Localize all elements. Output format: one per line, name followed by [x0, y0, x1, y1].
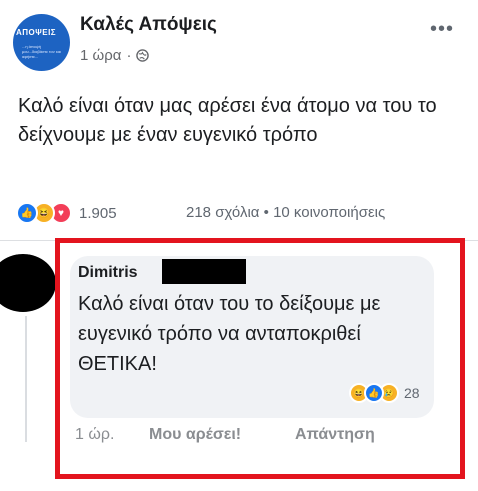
post-meta: 1 ώρα · [80, 47, 150, 64]
avatar-logo-text: ΑΠΟΨΕΙΣ [16, 28, 57, 37]
post-time[interactable]: 1 ώρα [80, 47, 121, 64]
highlight-frame [55, 238, 465, 479]
page-name[interactable]: Καλές Απόψεις [80, 14, 217, 36]
post-text: Καλό είναι όταν μας αρέσει ένα άτομο να … [18, 95, 437, 146]
commenter-avatar[interactable] [0, 254, 56, 312]
thread-line [25, 316, 27, 442]
comments-shares-count[interactable]: 218 σχόλια • 10 κοινοποιήσεις [186, 204, 385, 221]
like-reaction-icon: 👍 [364, 383, 384, 403]
more-dots-icon: ••• [430, 18, 455, 40]
post-reactions[interactable]: 👍 😆 ♥ 1.905 [16, 202, 117, 224]
avatar-logo-subtext: ...η άποψή μου...διαβάστε τον και αφήστε… [22, 44, 62, 59]
meta-separator: · [126, 47, 132, 64]
globe-icon [136, 49, 150, 62]
reaction-count: 1.905 [79, 204, 117, 222]
like-reaction-icon: 👍 [16, 202, 38, 224]
page-avatar[interactable]: ΑΠΟΨΕΙΣ ...η άποψή μου...διαβάστε τον κα… [13, 14, 70, 71]
more-options-button[interactable]: ••• [430, 18, 454, 41]
